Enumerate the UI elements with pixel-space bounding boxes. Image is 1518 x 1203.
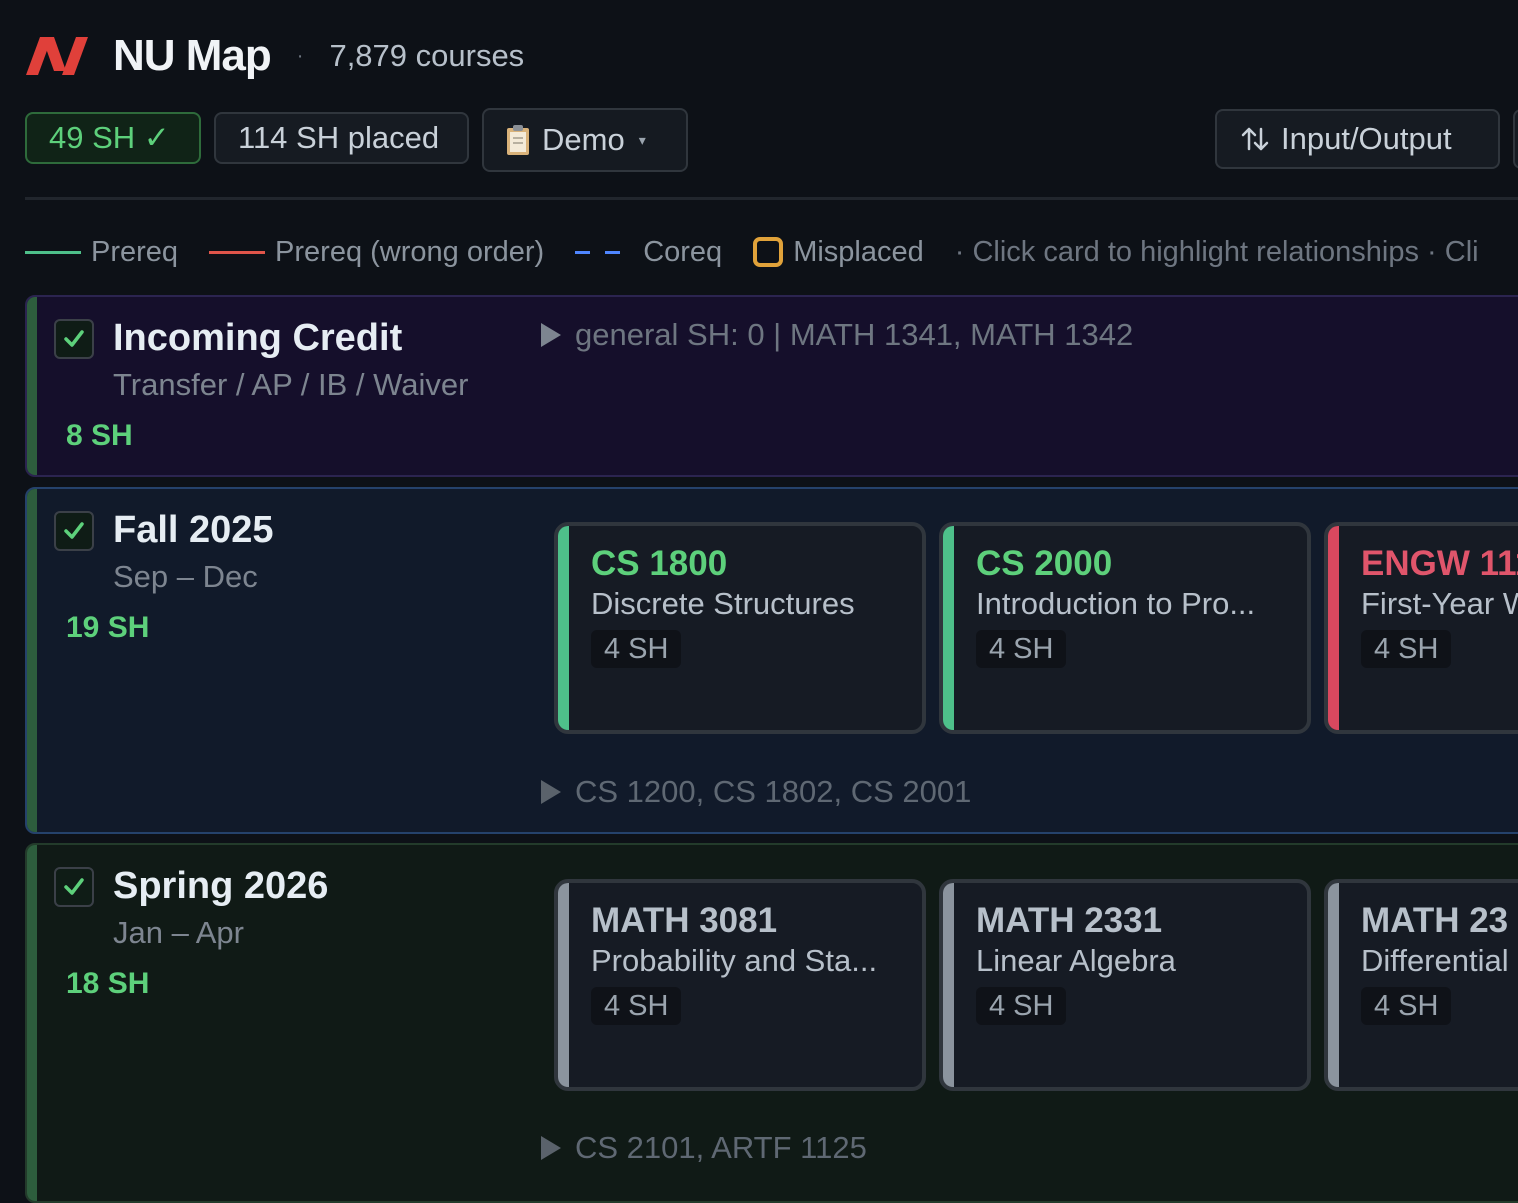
- term-title: Fall 2025: [113, 509, 274, 551]
- legend: Prereq Prereq (wrong order) Coreq Mispla…: [25, 230, 1479, 274]
- course-card[interactable]: MATH 2331 Linear Algebra 4 SH: [939, 879, 1311, 1091]
- plan-selector-label: Demo: [542, 122, 625, 157]
- swap-vertical-icon: [1241, 127, 1269, 151]
- term-checkbox[interactable]: [54, 867, 94, 907]
- legend-prereq-wrong-label: Prereq (wrong order): [275, 235, 545, 268]
- expand-triangle-icon: [541, 780, 561, 804]
- course-code: MATH 2331: [976, 901, 1163, 940]
- term-info-text: CS 2101, ARTF 1125: [575, 1130, 867, 1165]
- term-sh: 18 SH: [66, 967, 150, 1000]
- term-accent-bar: [27, 489, 37, 832]
- course-code: MATH 23: [1361, 901, 1509, 940]
- chevron-down-icon: ▾: [638, 131, 646, 148]
- prereq-line-swatch: [25, 250, 81, 254]
- course-sh: 4 SH: [1361, 987, 1452, 1025]
- nu-logo-icon: [26, 37, 88, 75]
- term-sh: 8 SH: [66, 419, 133, 452]
- term-info-toggle[interactable]: general SH: 0 | MATH 1341, MATH 1342: [541, 317, 1133, 353]
- term-title: Incoming Credit: [113, 317, 403, 359]
- misplaced-box-swatch: [753, 237, 784, 267]
- term-accent-bar: [27, 297, 37, 475]
- course-card[interactable]: MATH 23 Differential 4 SH: [1324, 879, 1518, 1091]
- term-checkbox[interactable]: [54, 319, 94, 359]
- course-code: CS 2000: [976, 544, 1113, 583]
- course-sh: 4 SH: [976, 630, 1067, 668]
- app-title: NU Map: [113, 31, 272, 80]
- course-name: Differential: [1361, 943, 1509, 978]
- term-row-fall-2025: Fall 2025 Sep – Dec 19 SH CS 1800 Discre…: [25, 487, 1518, 834]
- toolbar-divider: [25, 197, 1518, 200]
- course-count: 7,879 courses: [329, 38, 525, 73]
- card-status-bar: [943, 526, 954, 730]
- checkmark-icon: [64, 522, 84, 539]
- course-card[interactable]: MATH 3081 Probability and Sta... 4 SH: [554, 879, 926, 1091]
- course-sh: 4 SH: [976, 987, 1067, 1025]
- term-info-toggle[interactable]: CS 2101, ARTF 1125: [541, 1130, 867, 1166]
- card-status-bar: [558, 883, 569, 1087]
- expand-triangle-icon: [541, 323, 561, 347]
- plan-selector-button[interactable]: Demo ▾: [482, 108, 688, 172]
- placed-sh-label: 114 SH placed: [238, 120, 440, 155]
- completed-sh-badge[interactable]: 49 SH ✓: [25, 112, 201, 164]
- term-accent-bar: [27, 845, 37, 1201]
- term-row-incoming-credit: Incoming Credit Transfer / AP / IB / Wai…: [25, 295, 1518, 477]
- term-subtitle: Jan – Apr: [113, 915, 244, 950]
- legend-hint: · Click card to highlight relationships …: [954, 235, 1479, 268]
- course-card[interactable]: CS 2000 Introduction to Pro... 4 SH: [939, 522, 1311, 734]
- course-name: Discrete Structures: [591, 586, 855, 621]
- term-info-toggle[interactable]: CS 1200, CS 1802, CS 2001: [541, 774, 971, 810]
- course-name: Linear Algebra: [976, 943, 1176, 978]
- prereq-wrong-line-swatch: [209, 250, 266, 254]
- card-status-bar: [1328, 526, 1339, 730]
- input-output-label: Input/Output: [1281, 121, 1452, 156]
- term-info-text: CS 1200, CS 1802, CS 2001: [575, 774, 972, 809]
- card-status-bar: [558, 526, 569, 730]
- course-sh: 4 SH: [591, 630, 682, 668]
- legend-prereq: Prereq: [25, 236, 178, 269]
- course-code: CS 1800: [591, 544, 728, 583]
- term-subtitle: Sep – Dec: [113, 559, 258, 594]
- legend-misplaced: Misplaced: [753, 236, 924, 269]
- term-subtitle: Transfer / AP / IB / Waiver: [113, 367, 469, 402]
- input-output-button[interactable]: Input/Output: [1215, 109, 1500, 169]
- expand-triangle-icon: [541, 1136, 561, 1160]
- completed-sh-label: 49 SH ✓: [49, 120, 170, 155]
- legend-misplaced-label: Misplaced: [793, 235, 924, 268]
- course-sh: 4 SH: [1361, 630, 1452, 668]
- course-card[interactable]: ENGW 111 First-Year W 4 SH: [1324, 522, 1518, 734]
- term-title: Spring 2026: [113, 865, 329, 907]
- course-card[interactable]: CS 1800 Discrete Structures 4 SH: [554, 522, 926, 734]
- legend-prereq-label: Prereq: [91, 235, 179, 268]
- checkmark-icon: [64, 330, 84, 347]
- course-name: Introduction to Pro...: [976, 586, 1256, 621]
- legend-prereq-wrong: Prereq (wrong order): [209, 236, 544, 269]
- course-code: MATH 3081: [591, 901, 778, 940]
- term-info-text: general SH: 0 | MATH 1341, MATH 1342: [575, 317, 1134, 352]
- term-checkbox[interactable]: [54, 511, 94, 551]
- course-code: ENGW 111: [1361, 544, 1518, 583]
- legend-coreq-label: Coreq: [643, 235, 723, 268]
- title-separator: ·: [296, 44, 304, 67]
- term-row-spring-2026: Spring 2026 Jan – Apr 18 SH MATH 3081 Pr…: [25, 843, 1518, 1203]
- checkmark-icon: [64, 878, 84, 895]
- app-header: NU Map · 7,879 courses: [26, 30, 524, 82]
- course-name: First-Year W: [1361, 586, 1518, 621]
- legend-coreq: Coreq: [575, 236, 722, 269]
- card-status-bar: [943, 883, 954, 1087]
- term-sh: 19 SH: [66, 611, 150, 644]
- course-name: Probability and Sta...: [591, 943, 878, 978]
- course-sh: 4 SH: [591, 987, 682, 1025]
- coreq-dash-swatch: [575, 250, 622, 254]
- placed-sh-badge[interactable]: 114 SH placed: [214, 112, 469, 164]
- toolbar: 49 SH ✓ 114 SH placed Demo ▾ Input/Outpu…: [25, 108, 1518, 172]
- toolbar-overflow-button[interactable]: [1513, 109, 1518, 169]
- clipboard-icon: [507, 125, 529, 155]
- card-status-bar: [1328, 883, 1339, 1087]
